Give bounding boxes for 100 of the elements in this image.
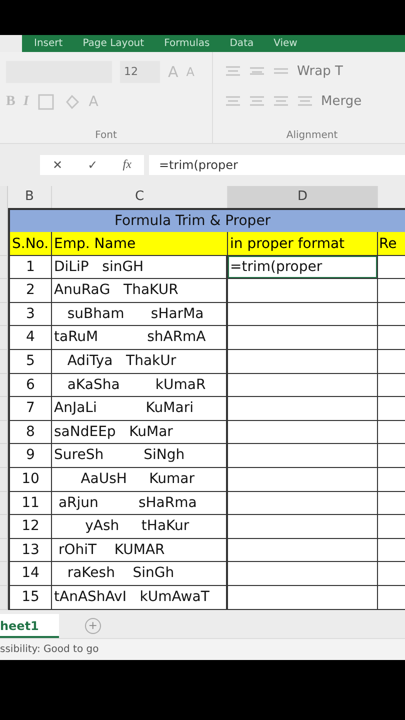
table-cell: 12 (8, 515, 52, 539)
table-cell (378, 350, 405, 374)
table-cell: 1 (8, 256, 52, 280)
cancel-button[interactable]: ✕ (52, 158, 63, 172)
row-header[interactable] (0, 492, 8, 516)
row-header[interactable] (0, 420, 8, 444)
row-header[interactable] (0, 538, 8, 562)
row-header[interactable] (0, 444, 8, 468)
table-cell: taRuM shARmA (52, 326, 228, 350)
table-cell: DiLiP sinGH (52, 256, 228, 280)
formula-input[interactable]: =trim(proper (149, 154, 405, 175)
table-cell[interactable] (228, 538, 378, 562)
table-cell: yAsh tHaKur (52, 515, 228, 539)
table-cell: 10 (8, 468, 52, 492)
row-header[interactable] (0, 515, 8, 539)
table-cell: 3 (8, 302, 52, 326)
header-cell: S.No. (8, 232, 52, 256)
table-cell (378, 374, 405, 398)
table-cell: 6 (8, 374, 52, 398)
table-cell (378, 256, 405, 280)
border-icon[interactable] (36, 92, 55, 111)
table-cell: SureSh SiNgh (52, 444, 228, 468)
align-left-icon[interactable] (225, 94, 241, 109)
row-header[interactable] (0, 256, 8, 280)
header-cell: Emp. Name (52, 232, 228, 256)
table-cell: 2 (8, 279, 52, 303)
table-cell: rOhiT KUMAR (52, 538, 228, 562)
table-cell[interactable] (228, 420, 378, 444)
insert-function-button[interactable]: fx (122, 157, 132, 172)
align-top-icon[interactable] (225, 64, 241, 79)
row-header[interactable] (0, 279, 8, 303)
status-text: ssibility: Good to go (0, 644, 99, 655)
align-center-icon[interactable] (249, 94, 265, 109)
table-cell: suBham sHarMa (52, 302, 228, 326)
table-cell: 4 (8, 326, 52, 350)
table-cell[interactable] (228, 586, 378, 610)
title-cell: Formula Trim & Proper (8, 208, 405, 234)
table-cell: 5 (8, 350, 52, 374)
table-cell (378, 515, 405, 539)
table-cell (378, 586, 405, 610)
merge-button[interactable]: Merge (321, 94, 362, 110)
table-cell[interactable] (228, 302, 378, 326)
table-cell (378, 444, 405, 468)
new-sheet-button[interactable]: + (84, 618, 101, 634)
row-header[interactable] (0, 468, 8, 492)
row-header[interactable] (0, 232, 8, 256)
row-header[interactable] (0, 562, 8, 586)
row-header[interactable] (0, 586, 8, 610)
table-cell (378, 279, 405, 303)
ribbon-tab[interactable]: Insert (34, 38, 63, 49)
table-cell[interactable] (228, 397, 378, 421)
row-header[interactable] (0, 350, 8, 374)
table-cell (378, 468, 405, 492)
indent-icon[interactable] (297, 94, 313, 109)
ribbon-tab[interactable]: Formulas (164, 38, 210, 49)
row-header[interactable] (0, 326, 8, 350)
table-cell (378, 420, 405, 444)
group-label: Alignment (286, 130, 338, 142)
table-cell[interactable] (228, 468, 378, 492)
font-size-field[interactable]: 12 (120, 60, 160, 83)
table-cell[interactable] (228, 515, 378, 539)
sheet-tab[interactable]: heet1 (0, 614, 59, 638)
column-header[interactable]: D (228, 186, 378, 210)
table-cell: 9 (8, 444, 52, 468)
table-cell[interactable] (228, 279, 378, 303)
table-cell (378, 397, 405, 421)
row-header[interactable] (0, 302, 8, 326)
table-cell (378, 562, 405, 586)
ribbon-tab[interactable]: View (274, 38, 298, 49)
table-cell: 11 (8, 492, 52, 516)
ribbon-tab[interactable]: Data (230, 38, 254, 49)
table-cell: AnJaLi KuMari (52, 397, 228, 421)
table-cell (378, 538, 405, 562)
table-cell[interactable] (228, 562, 378, 586)
table-cell (378, 302, 405, 326)
align-right-icon[interactable] (273, 94, 289, 109)
table-cell: 13 (8, 538, 52, 562)
table-cell: tAnAShAvI kUmAwaT (52, 586, 228, 610)
row-header[interactable] (0, 374, 8, 398)
table-cell: AdiTya ThakUr (52, 350, 228, 374)
table-cell: AaUsH Kumar (52, 468, 228, 492)
table-cell (378, 492, 405, 516)
header-cell: Re (378, 232, 405, 256)
ribbon-tab[interactable]: Page Layout (82, 38, 144, 49)
table-cell[interactable] (228, 326, 378, 350)
table-cell[interactable] (228, 350, 378, 374)
table-cell: 14 (8, 562, 52, 586)
table-cell[interactable] (228, 374, 378, 398)
table-cell[interactable]: =trim(proper (228, 256, 378, 280)
enter-button[interactable]: ✓ (88, 158, 98, 172)
group-label: Font (95, 130, 117, 142)
table-cell: AnuRaG ThaKUR (52, 279, 228, 303)
table-cell: aKaSha kUmaR (52, 374, 228, 398)
table-cell: 8 (8, 420, 52, 444)
table-cell[interactable] (228, 492, 378, 516)
table-cell: saNdEEp KuMar (52, 420, 228, 444)
wrap-text-button[interactable]: Wrap T (297, 64, 343, 80)
row-header[interactable] (0, 397, 8, 421)
table-cell: 15 (8, 586, 52, 610)
table-cell[interactable] (228, 444, 378, 468)
